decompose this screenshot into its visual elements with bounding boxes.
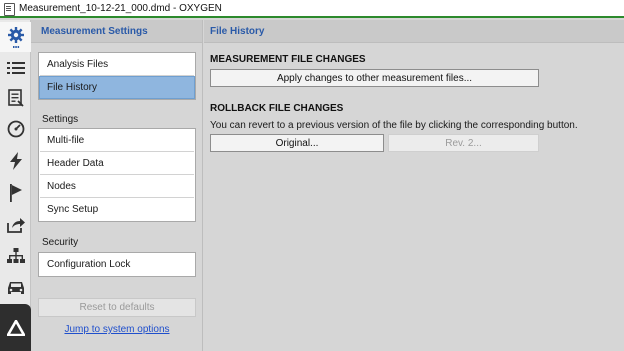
window-title: Measurement_10-12-21_000.dmd - OXYGEN [19,2,222,14]
icon-sidebar [0,20,31,351]
settings-sidebar: Measurement Settings Analysis Files File… [31,20,203,351]
car-icon[interactable] [0,273,31,303]
report-icon[interactable] [0,83,31,113]
jump-to-system-options-link[interactable]: Jump to system options [38,324,196,335]
document-icon [3,2,15,16]
apply-changes-button[interactable]: Apply changes to other measurement files… [210,69,539,87]
settings-group: Multi-file Header Data Nodes Sync Setup [38,128,196,222]
flag-icon[interactable] [0,178,31,208]
gauge-icon[interactable] [0,114,31,144]
rollback-file-changes-heading: ROLLBACK FILE CHANGES [210,103,344,114]
rollback-description: You can revert to a previous version of … [210,120,578,131]
export-icon[interactable] [0,210,31,240]
sidebar-item-nodes[interactable]: Nodes [40,175,194,198]
sidebar-item-multi-file[interactable]: Multi-file [40,129,194,152]
sidebar-item-sync-setup[interactable]: Sync Setup [40,198,194,221]
window-titlebar: Measurement_10-12-21_000.dmd - OXYGEN [0,0,624,18]
sidebar-item-file-history[interactable]: File History [39,76,195,99]
security-group: Configuration Lock [38,252,196,277]
files-group: Analysis Files File History [38,52,196,100]
sidebar-item-configuration-lock[interactable]: Configuration Lock [40,253,194,276]
sidebar-item-analysis-files[interactable]: Analysis Files [40,53,194,76]
measurement-file-changes-heading: MEASUREMENT FILE CHANGES [210,54,366,65]
revision-2-button[interactable]: Rev. 2... [388,134,539,152]
list-icon[interactable] [0,53,31,83]
oxygen-logo-icon[interactable] [0,304,31,351]
page-title: File History [204,20,624,43]
sidebar-item-header-data[interactable]: Header Data [40,152,194,175]
file-history-panel: File History MEASUREMENT FILE CHANGES Ap… [204,20,624,351]
lightning-icon[interactable] [0,146,31,176]
original-version-button[interactable]: Original... [210,134,384,152]
sidebar-title: Measurement Settings [31,20,202,43]
settings-gear-icon[interactable] [0,22,31,52]
settings-section-label: Settings [42,114,79,125]
security-section-label: Security [42,237,79,248]
reset-to-defaults-button[interactable]: Reset to defaults [38,298,196,317]
network-icon[interactable] [0,241,31,271]
